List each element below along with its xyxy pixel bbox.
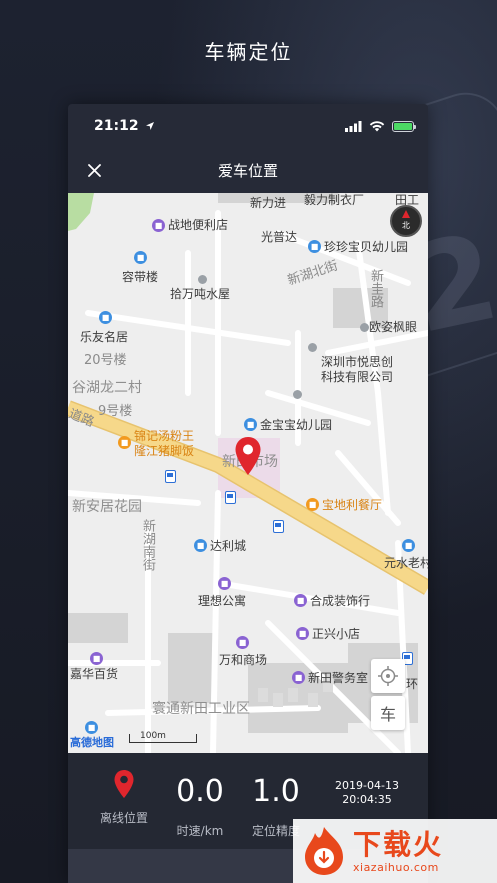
police-icon: ■	[292, 671, 305, 684]
map-label-zhengxing: 正兴小店	[312, 627, 361, 641]
map-label-guangpu: 光普达	[261, 230, 298, 244]
speed-label: 时速/km	[176, 824, 224, 838]
school-icon: ■	[244, 418, 257, 431]
mall-icon: ■	[236, 636, 249, 649]
flame-logo-icon	[305, 827, 343, 875]
restaurant-icon: ■	[118, 436, 131, 449]
map-label-hecheng: 合成装饰行	[310, 594, 371, 608]
speed-item: 0.0 时速/km	[160, 775, 240, 839]
phone-frame: 21:12 爱车位置 新力进 毅力制衣厂 田工 ■ 战地便利店 光普达 ■ 珍珍…	[68, 104, 428, 883]
watermark-title: 下载火	[353, 827, 444, 861]
map-label-huan: 环	[406, 677, 419, 691]
building-icon: ■	[99, 311, 112, 324]
close-icon	[87, 163, 101, 177]
map-label-n20: 20号楼	[84, 353, 127, 368]
restaurant-icon: ■	[306, 498, 319, 511]
map-label-jiahua: 嘉华百货	[70, 667, 119, 681]
building-icon: ■	[85, 721, 98, 734]
wifi-icon	[369, 121, 385, 132]
nav-title: 爱车位置	[217, 162, 278, 180]
map-label-shenzhen-yuechuang: 深圳市悦思创	[321, 355, 394, 369]
map-label-n9: 9号楼	[98, 404, 133, 419]
school-icon: ■	[308, 240, 321, 253]
map-label-jinbaobao: 金宝宝幼儿园	[260, 418, 333, 432]
map-label-huantong: 寰通新田工业区	[152, 701, 250, 717]
hotel-icon: ■	[218, 577, 231, 590]
watermark: 下载火 xiazaihuo.com	[293, 819, 497, 883]
map-label-shiwan: 拾万吨水屋	[170, 287, 231, 301]
building-icon: ■	[134, 251, 147, 264]
residence-icon	[198, 275, 207, 284]
map-label-yiwei: 毅力制衣厂	[304, 193, 365, 207]
location-arrow-icon	[145, 122, 154, 130]
map-label-xinzhu: 新圭路	[368, 269, 383, 308]
status-indicators	[345, 120, 416, 132]
location-pin-icon	[114, 770, 134, 798]
crosshair-icon	[378, 666, 398, 686]
vehicle-location-pin-icon[interactable]	[234, 436, 262, 476]
residence-icon	[293, 390, 302, 399]
shop-icon: ■	[90, 652, 103, 665]
bus-stop-icon	[273, 520, 284, 533]
close-button[interactable]	[82, 158, 106, 182]
watermark-url: xiazaihuo.com	[353, 860, 439, 874]
map-label-ouzi: 欧姿枫眼	[369, 320, 418, 334]
offline-location-label: 离线位置	[99, 811, 148, 825]
map-view[interactable]: 新力进 毅力制衣厂 田工 ■ 战地便利店 光普达 ■ 珍珍宝贝幼儿园 ■ 容带楼…	[68, 193, 428, 753]
car-button-label: 车	[379, 705, 396, 724]
compass-label: 北	[402, 221, 410, 230]
timestamp-time: 20:04:35	[342, 793, 392, 806]
battery-icon	[392, 120, 416, 132]
map-label-xintian-police: 新田警务室	[308, 671, 369, 685]
shop-icon: ■	[294, 594, 307, 607]
building-icon: ■	[402, 539, 415, 552]
bus-stop-icon	[165, 470, 176, 483]
map-label-baodi: 宝地利餐厅	[322, 498, 383, 512]
map-label-keji: 科技有限公司	[321, 370, 394, 384]
map-label-yuanshui: 元水老村	[384, 556, 428, 570]
car-locate-button[interactable]: 车	[371, 696, 405, 730]
map-label-longjiang: 隆江猪脚饭	[134, 444, 195, 458]
residence-icon	[360, 323, 369, 332]
map-label-lixiang: 理想公寓	[198, 594, 247, 608]
status-bar: 21:12	[68, 104, 428, 148]
map-label-xinhu-south: 新湖南街	[140, 519, 155, 571]
map-label-rongdai: 容带楼	[122, 270, 159, 284]
shop-icon: ■	[296, 627, 309, 640]
map-scale-label: 100m	[140, 731, 166, 741]
map-label-dali: 达利城	[210, 539, 247, 553]
timestamp-item: 2019-04-13 20:04:35	[322, 779, 412, 807]
accuracy-value: 1.0	[252, 774, 300, 809]
map-provider-logo: 高德地图	[70, 736, 114, 749]
status-time: 21:12	[94, 118, 139, 134]
shop-icon: ■	[152, 219, 165, 232]
offline-location-item[interactable]: 离线位置	[84, 765, 164, 826]
timestamp-date: 2019-04-13	[335, 779, 399, 792]
map-label-guhu: 谷湖龙二村	[72, 380, 142, 396]
locate-button[interactable]	[371, 659, 405, 693]
map-label-leyou: 乐友名居	[80, 330, 129, 344]
map-label-xinanju: 新安居花园	[72, 499, 142, 515]
compass-button[interactable]: 北	[390, 205, 422, 237]
signal-icon	[345, 120, 362, 132]
page-title: 车辆定位	[204, 40, 293, 64]
nav-bar: 爱车位置	[68, 148, 428, 193]
bus-stop-icon	[225, 491, 236, 504]
map-label-wanhe: 万和商场	[219, 653, 268, 667]
map-label-zhenzhen: 珍珍宝贝幼儿园	[324, 240, 409, 254]
residence-icon	[308, 343, 317, 352]
map-label-zhandi: 战地便利店	[168, 218, 229, 232]
speed-value: 0.0	[176, 774, 224, 809]
map-label-xinli: 新力进	[250, 196, 287, 210]
building-icon: ■	[194, 539, 207, 552]
map-label-jinji: 锦记汤粉王	[134, 429, 195, 443]
